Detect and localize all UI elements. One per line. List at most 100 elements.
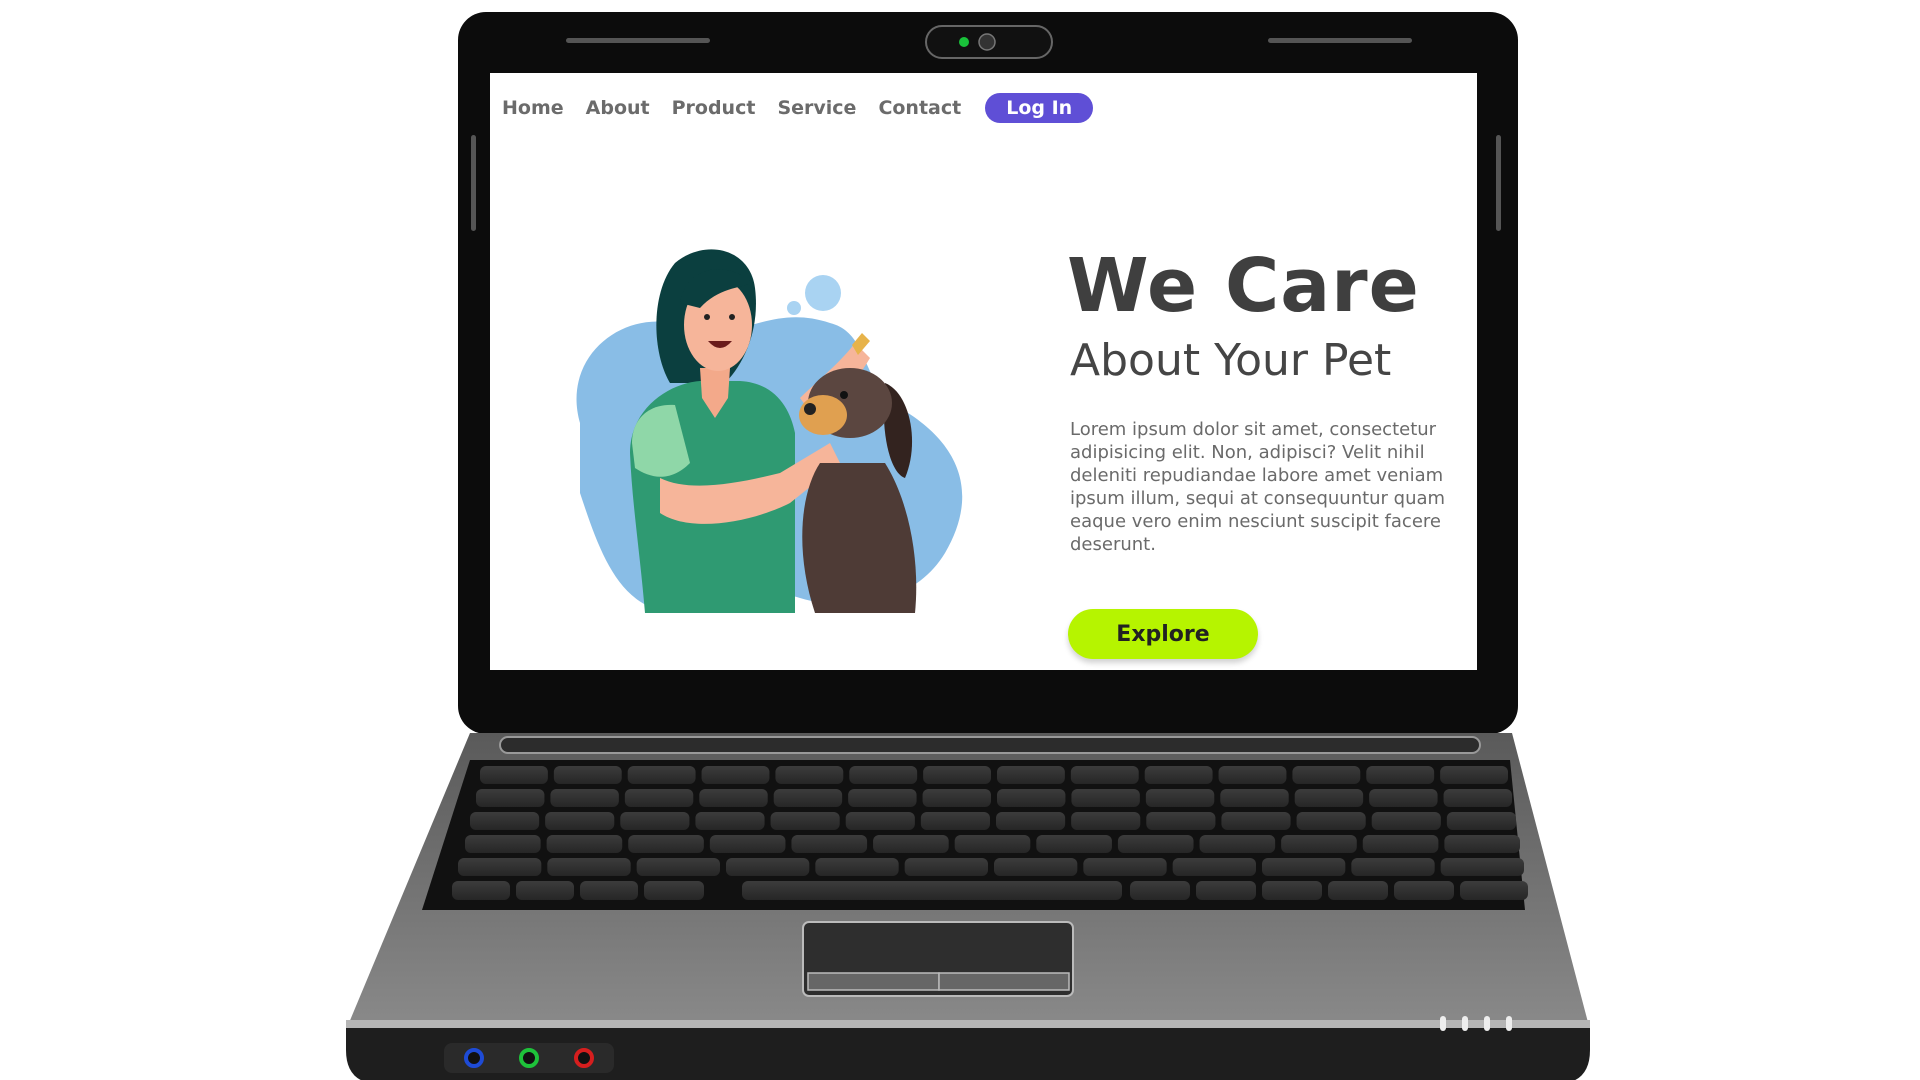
keyboard-key — [470, 812, 540, 830]
nav-contact[interactable]: Contact — [878, 97, 961, 119]
keyboard-key — [997, 766, 1065, 784]
keyboard-key — [1117, 835, 1194, 853]
keyboard-key — [1362, 835, 1439, 853]
keyboard-key — [1444, 835, 1520, 853]
audio-port-blue — [464, 1048, 484, 1068]
dog-nose — [804, 403, 816, 415]
keyboard-key — [1220, 789, 1289, 807]
keyboard-key — [580, 881, 638, 900]
keyboard-key — [1369, 789, 1438, 807]
login-button[interactable]: Log In — [985, 93, 1094, 123]
keyboard-key — [920, 812, 990, 830]
keyboard-key — [922, 789, 991, 807]
keyboard-key — [1366, 766, 1435, 784]
keyboard-key — [997, 789, 1066, 807]
keyboard-key — [516, 881, 574, 900]
bubble-small — [787, 301, 801, 315]
keyboard-key — [699, 789, 768, 807]
bubble-large — [805, 275, 841, 311]
keyboard-key — [465, 835, 541, 853]
keyboard-key — [845, 812, 915, 830]
keyboard-key — [1262, 858, 1346, 876]
keyboard-key — [815, 858, 899, 876]
keyboard-key — [1146, 812, 1216, 830]
keyboard-key — [1144, 766, 1213, 784]
keyboard-key — [1196, 881, 1256, 900]
touchpad-left-button — [807, 972, 940, 991]
keyboard-key — [1294, 789, 1364, 807]
keyboard-key — [636, 858, 720, 876]
keyboard-key — [452, 881, 510, 900]
keyboard-key — [628, 835, 704, 853]
laptop-base-lip — [346, 1020, 1590, 1028]
keyboard-key — [709, 835, 786, 853]
keyboard-key — [644, 881, 704, 900]
keyboard-key — [458, 858, 542, 876]
woman-eye-left — [704, 314, 710, 320]
keyboard-key — [550, 789, 619, 807]
status-led-1 — [1440, 1016, 1446, 1031]
woman-with-dog-illustration — [576, 249, 963, 613]
keyboard-key — [553, 766, 622, 784]
keyboard-key — [1083, 858, 1167, 876]
nav-service[interactable]: Service — [777, 97, 856, 119]
hero-body-text: Lorem ipsum dolor sit amet, consectetur … — [1070, 419, 1446, 555]
keyboard-key — [1071, 812, 1141, 830]
keyboard-key — [742, 881, 1122, 900]
keyboard-key — [726, 858, 810, 876]
keyboard-key — [547, 858, 631, 876]
bezel-slot-side-right — [1496, 135, 1501, 231]
keyboard-key — [1292, 766, 1361, 784]
keyboard-key — [994, 858, 1078, 876]
hero-subtitle: About Your Pet — [1070, 335, 1392, 386]
keyboard-key — [1351, 858, 1435, 876]
webcam-lens — [978, 33, 996, 51]
keyboard-key — [791, 835, 868, 853]
keyboard-key — [620, 812, 690, 830]
keyboard-key — [476, 789, 545, 807]
nav-home[interactable]: Home — [502, 97, 564, 119]
keyboard-key — [627, 766, 696, 784]
touchpad-right-button — [938, 972, 1070, 991]
keyboard-key — [1446, 812, 1516, 830]
keyboard-key — [695, 812, 765, 830]
keyboard-key — [775, 766, 844, 784]
laptop-screen: Home About Product Service Contact Log I… — [490, 73, 1477, 670]
explore-button[interactable]: Explore — [1068, 609, 1258, 659]
keyboard-key — [1145, 789, 1215, 807]
keyboard-key — [1172, 858, 1256, 876]
nav-product[interactable]: Product — [672, 97, 756, 119]
speaker-strip — [499, 736, 1481, 754]
keyboard-key — [1328, 881, 1388, 900]
keyboard-key — [1199, 835, 1276, 853]
audio-port-green — [519, 1048, 539, 1068]
keyboard-key — [904, 858, 988, 876]
keyboard-key — [1296, 812, 1366, 830]
woman-eye-right — [729, 314, 735, 320]
dog-eye — [840, 391, 848, 399]
keyboard-key — [849, 766, 918, 784]
status-led-3 — [1484, 1016, 1490, 1031]
keyboard-key — [1036, 835, 1112, 853]
nav-about[interactable]: About — [586, 97, 650, 119]
keyboard-key — [996, 812, 1066, 830]
keyboard-key — [1071, 789, 1140, 807]
keyboard-key — [1460, 881, 1528, 900]
keyboard-key — [1440, 766, 1508, 784]
keyboard-key — [1130, 881, 1190, 900]
keyboard-key — [1281, 835, 1357, 853]
bezel-slot-right — [1268, 38, 1412, 43]
keyboard-key — [1218, 766, 1287, 784]
keyboard-key — [873, 835, 949, 853]
keyboard-key — [923, 766, 991, 784]
bezel-slot-left — [566, 38, 710, 43]
keyboard-key — [545, 812, 615, 830]
keyboard-key — [1394, 881, 1454, 900]
top-nav: Home About Product Service Contact Log I… — [502, 93, 1094, 123]
keyboard-key — [1262, 881, 1322, 900]
keyboard-key — [480, 766, 548, 784]
keyboard-key — [848, 789, 917, 807]
keyboard-key — [1440, 858, 1524, 876]
hero-title: We Care — [1067, 243, 1420, 329]
keyboard-key — [773, 789, 843, 807]
